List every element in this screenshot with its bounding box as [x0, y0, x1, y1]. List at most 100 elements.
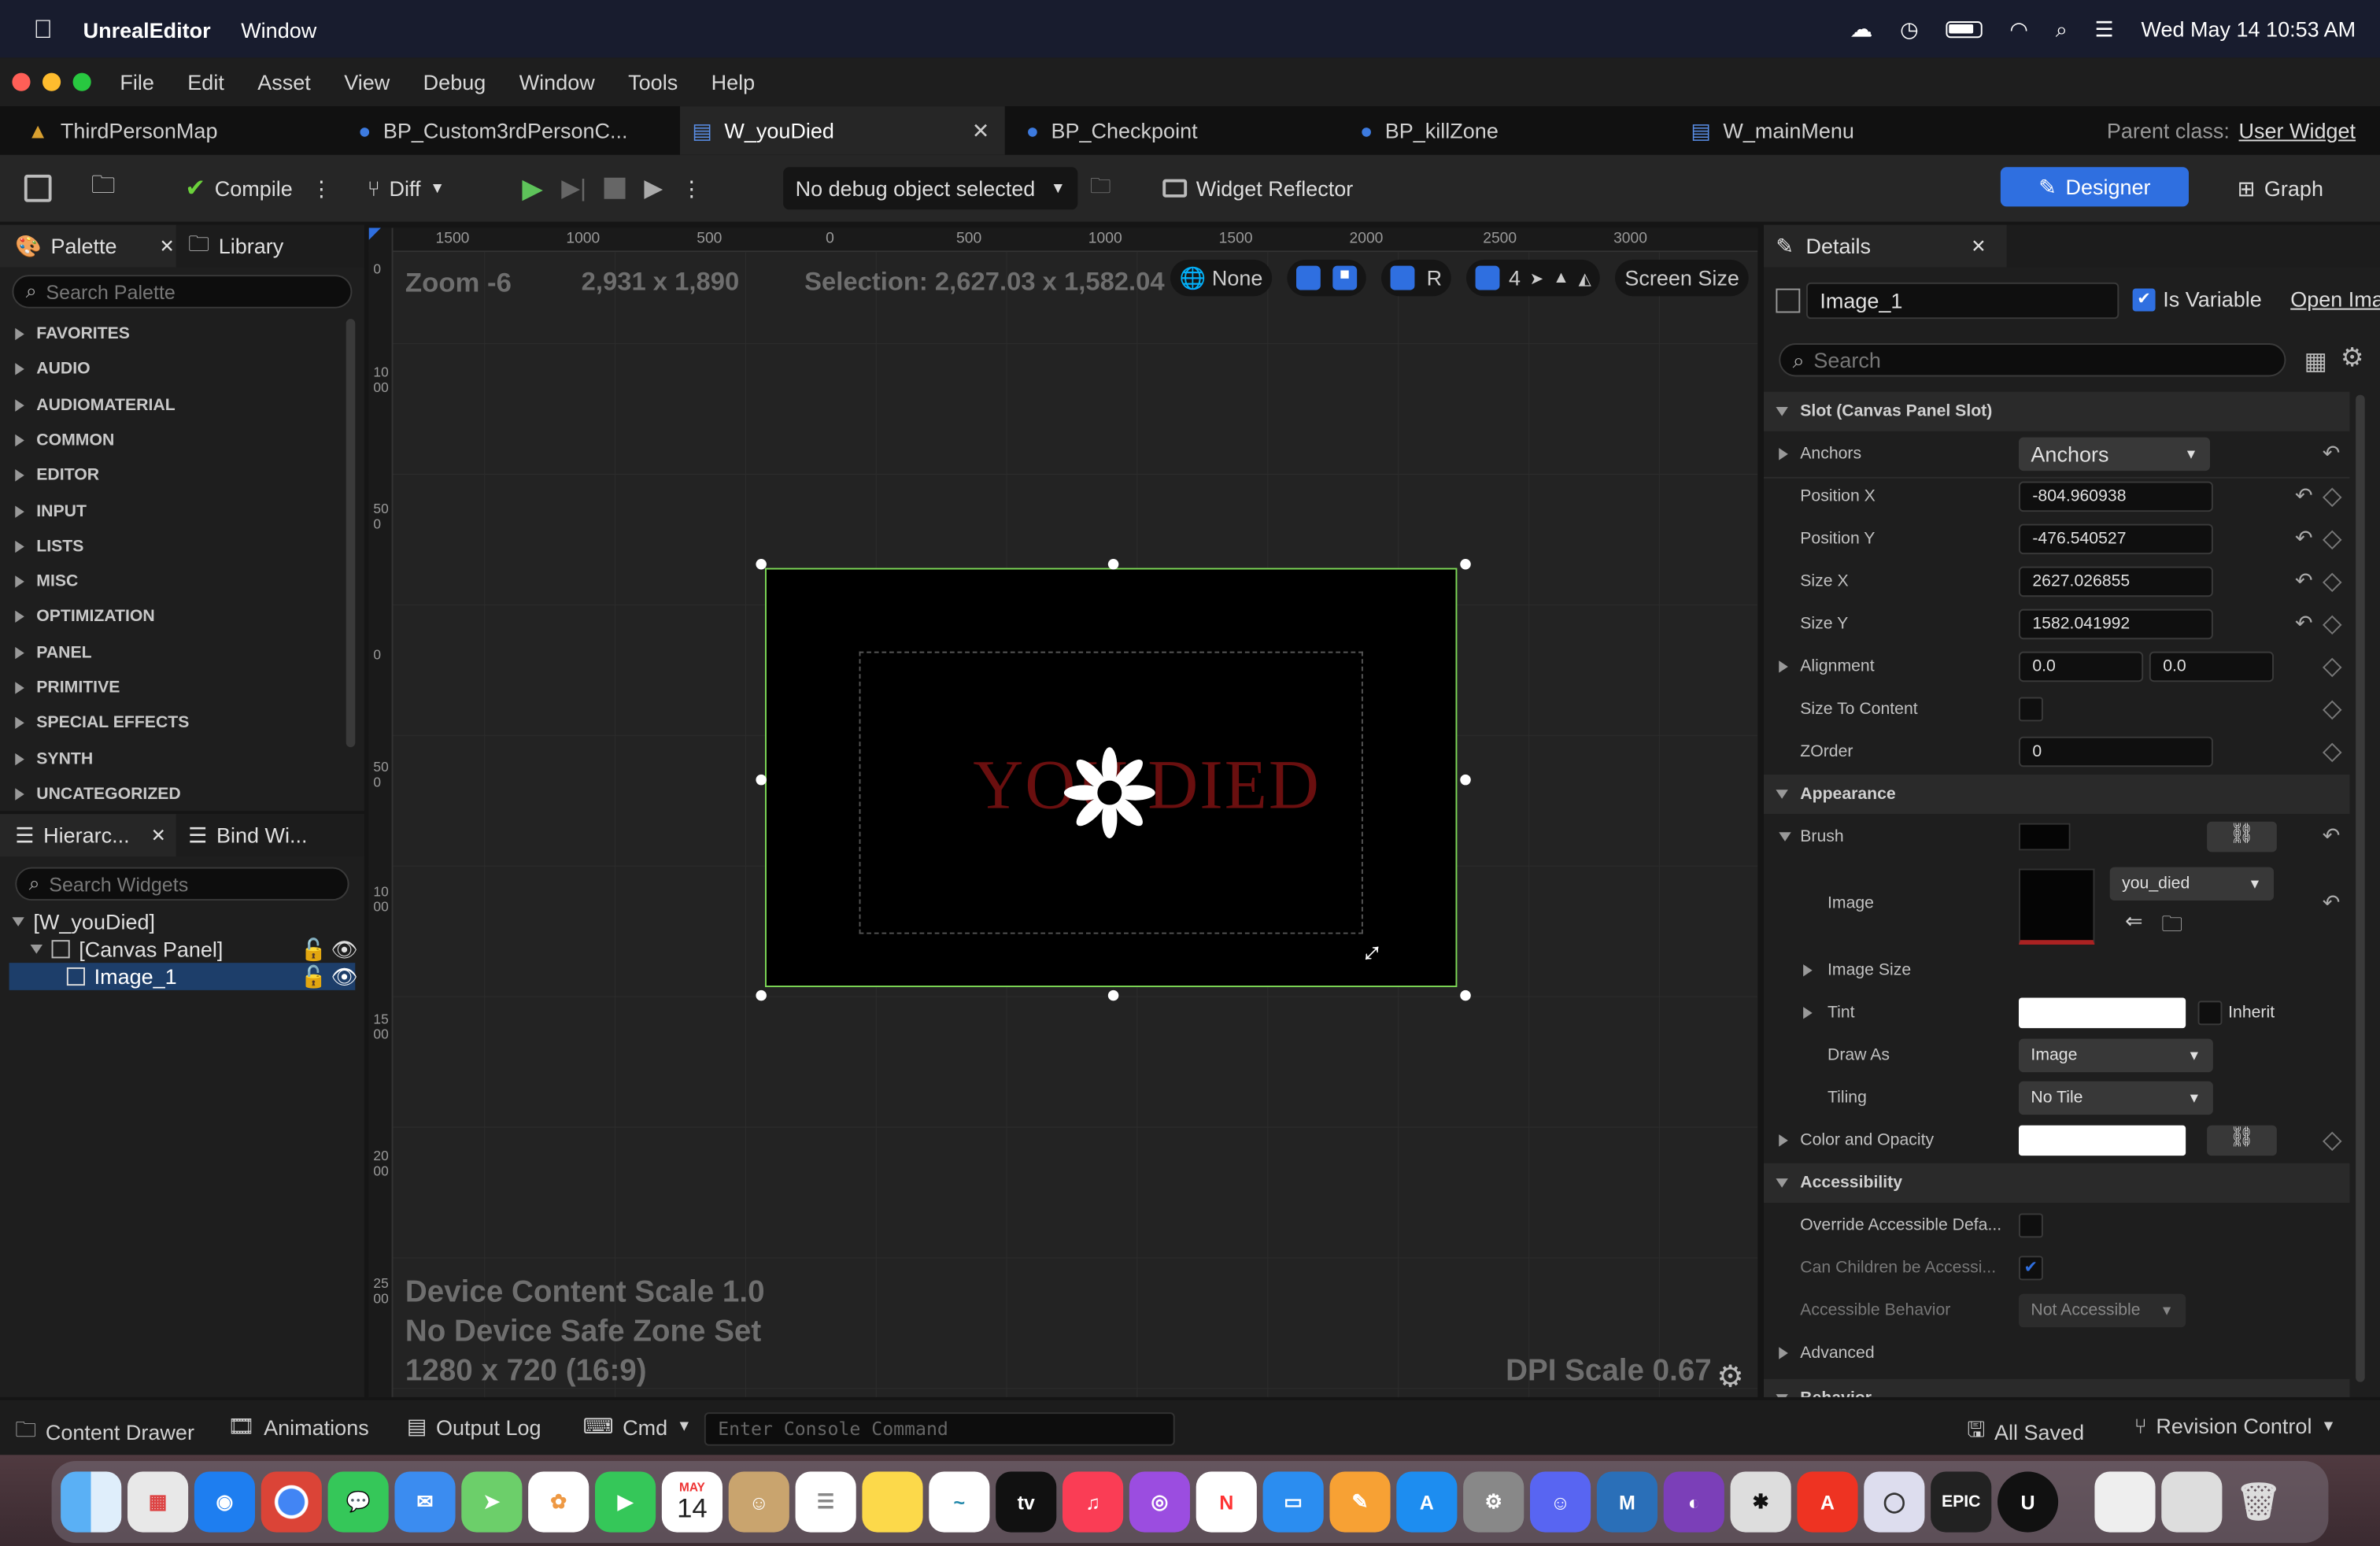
reminders-icon[interactable]: ☰	[795, 1471, 856, 1533]
documents-stack-icon[interactable]	[2094, 1471, 2156, 1533]
proxyman-icon[interactable]: ◯	[1864, 1471, 1925, 1533]
unlock-icon[interactable]: 🔓	[301, 936, 327, 962]
animations-button[interactable]: 🎞 Animations	[227, 1414, 368, 1440]
app-name-menu[interactable]: UnrealEditor	[83, 18, 211, 43]
menu-edit[interactable]: Edit	[187, 70, 224, 94]
details-search-input[interactable]: ⌕ Search	[1779, 343, 2286, 377]
music-icon[interactable]: ♫	[1062, 1471, 1124, 1533]
reset-anchors-icon[interactable]: ↶	[2323, 440, 2341, 466]
unlock-icon[interactable]: 🔓	[301, 963, 327, 989]
expand-arrow-icon[interactable]	[1779, 448, 1788, 460]
downloads-stack-icon[interactable]	[2161, 1471, 2223, 1533]
save-button[interactable]	[24, 167, 52, 209]
tree-item-canvas-panel[interactable]: [Canvas Panel] 🔓 👁	[30, 936, 359, 962]
output-log-button[interactable]: ▤ Output Log	[407, 1414, 541, 1440]
keyframe-diamond-icon[interactable]	[2322, 1131, 2342, 1152]
play-options-icon[interactable]: ⋮	[681, 176, 702, 202]
keyframe-diamond-icon[interactable]	[2322, 615, 2342, 635]
app-store-icon[interactable]: A	[1396, 1471, 1458, 1533]
grid-snap-toggle[interactable]: 4 ➤ ▲ ◭	[1466, 259, 1601, 297]
menu-asset[interactable]: Asset	[257, 70, 311, 94]
expand-arrow-icon[interactable]	[12, 917, 24, 926]
palette-category-optimization[interactable]: OPTIMIZATION	[15, 608, 155, 627]
revision-control-button[interactable]: ⑂ Revision Control ▼	[2134, 1414, 2337, 1438]
tab-bp-killzone[interactable]: ● BP_killZone	[1360, 106, 1499, 155]
expand-arrow-icon[interactable]	[1803, 964, 1813, 977]
menu-window[interactable]: Window	[519, 70, 595, 94]
size-x-input[interactable]: 2627.026855	[2018, 566, 2213, 597]
zorder-input[interactable]: 0	[2018, 736, 2213, 767]
screen-size-button[interactable]: Screen Size	[1615, 259, 1749, 297]
browse-button[interactable]: 🗀	[91, 167, 116, 209]
reset-position-x-icon[interactable]: ↶	[2295, 483, 2313, 509]
m-app-icon[interactable]: M	[1596, 1471, 1658, 1533]
trash-icon[interactable]: 🗑	[2228, 1471, 2289, 1532]
alignment-y-input[interactable]: 0.0	[2149, 651, 2274, 682]
image-thumbnail[interactable]	[2018, 868, 2095, 945]
property-matrix-icon[interactable]: ▦	[2304, 346, 2327, 377]
tab-thirdpersonmap[interactable]: ▲ ThirdPersonMap	[28, 106, 218, 155]
pages-icon[interactable]: ✎	[1329, 1471, 1391, 1533]
collapse-arrow-icon[interactable]	[1779, 832, 1791, 841]
tree-item-image-1[interactable]: Image_1 🔓 👁	[9, 963, 358, 990]
stop-icon[interactable]	[604, 177, 626, 199]
accessible-behavior-dropdown[interactable]: Not Accessible ▼	[2018, 1293, 2186, 1328]
facetime-icon[interactable]: ▶	[594, 1471, 656, 1533]
tab-w-mainmenu[interactable]: ▤ W_mainMenu	[1691, 106, 1854, 155]
palette-category-common[interactable]: COMMON	[15, 431, 114, 449]
localization-preview-button[interactable]: 🌐 None	[1170, 259, 1272, 297]
children-accessible-checkbox[interactable]: ✔	[2018, 1256, 2043, 1281]
diff-button[interactable]: ⑂ Diff ▼	[368, 167, 445, 209]
position-x-input[interactable]: -804.960938	[2018, 481, 2213, 512]
keyframe-diamond-icon[interactable]	[2322, 572, 2342, 593]
menu-debug[interactable]: Debug	[423, 70, 486, 94]
messages-icon[interactable]: 💬	[327, 1471, 389, 1533]
launchpad-icon[interactable]: ▦	[127, 1471, 189, 1533]
dpi-settings-gear-icon[interactable]: ⚙	[1717, 1358, 1744, 1396]
menu-tools[interactable]: Tools	[628, 70, 678, 94]
palette-category-special-effects[interactable]: SPECIAL EFFECTS	[15, 714, 189, 732]
control-center-icon[interactable]: ☰	[2095, 16, 2114, 42]
graph-mode-button[interactable]: ⊞ Graph	[2238, 167, 2323, 209]
adobe-icon[interactable]: A	[1797, 1471, 1858, 1533]
close-window-button[interactable]	[12, 72, 31, 91]
visibility-eye-icon[interactable]: 👁	[331, 936, 357, 962]
system-settings-icon[interactable]: ⚙	[1463, 1471, 1524, 1533]
alignment-x-input[interactable]: 0.0	[2018, 651, 2144, 682]
behavior-section-header[interactable]: Behavior	[1763, 1378, 2350, 1397]
calendar-icon[interactable]: MAY 14	[661, 1471, 722, 1533]
keyframe-diamond-icon[interactable]	[2322, 657, 2342, 678]
locking-toggle[interactable]: ■	[1287, 259, 1366, 297]
keyframe-diamond-icon[interactable]	[2322, 742, 2342, 763]
tab-bind-widgets[interactable]: ☰ Bind Wi...	[176, 823, 307, 849]
mirror-icon[interactable]: ◭	[1579, 268, 1591, 287]
debug-browse-button[interactable]: 🗀	[1090, 167, 1111, 209]
tab-w-youdied[interactable]: ▤ W_youDied ✕	[679, 106, 1005, 155]
reset-image-icon[interactable]: ↶	[2323, 890, 2341, 916]
close-tab-icon[interactable]: ✕	[1971, 235, 1986, 257]
creative-cloud-icon[interactable]: ☁	[1850, 15, 1873, 43]
close-tab-icon[interactable]: ✕	[160, 235, 175, 257]
keyframe-diamond-icon[interactable]	[2322, 487, 2342, 508]
palette-category-synth[interactable]: SYNTH	[15, 749, 93, 767]
is-variable-checkbox[interactable]: ✔	[2132, 288, 2156, 312]
selection-handle[interactable]	[756, 558, 767, 570]
selection-handle[interactable]	[1107, 558, 1119, 570]
selection-handle[interactable]	[1460, 558, 1471, 570]
slot-section-header[interactable]: Slot (Canvas Panel Slot)	[1763, 391, 2350, 431]
override-accessible-checkbox[interactable]	[2018, 1213, 2043, 1238]
designer-viewport[interactable]: 1500 1000 500 0 500 1000 1500 2000 2500 3000 0 100…	[368, 227, 1758, 1397]
browse-asset-icon[interactable]: 🗀	[2161, 908, 2182, 945]
use-selected-asset-icon[interactable]: ⇐	[2125, 908, 2143, 934]
minimize-window-button[interactable]	[42, 72, 61, 91]
selection-handle[interactable]	[756, 774, 767, 786]
palette-category-audiomaterial[interactable]: AUDIOMATERIAL	[15, 396, 176, 414]
tree-item-root[interactable]: [W_youDied]	[12, 910, 155, 934]
photos-icon[interactable]: ✿	[528, 1471, 589, 1533]
close-tab-icon[interactable]: ✕	[972, 118, 990, 144]
debug-object-select[interactable]: No debug object selected ▼	[783, 167, 1078, 210]
color-opacity-swatch[interactable]	[2018, 1125, 2186, 1156]
menu-help[interactable]: Help	[711, 70, 756, 94]
spotlight-search-icon[interactable]: ⌕	[2056, 16, 2068, 42]
tab-bp-checkpoint[interactable]: ● BP_Checkpoint	[1026, 106, 1198, 155]
